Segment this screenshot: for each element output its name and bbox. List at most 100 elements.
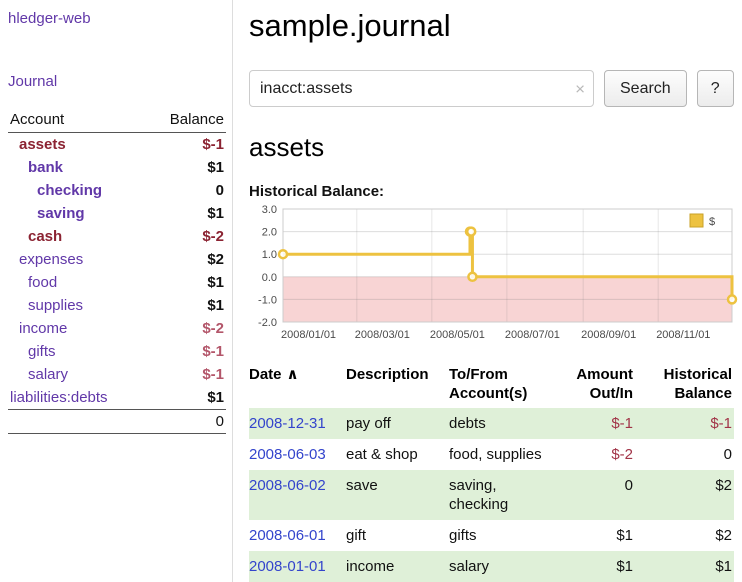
sidebar-item-journal[interactable]: Journal xyxy=(8,73,226,90)
chart-point-marker xyxy=(728,295,736,303)
sort-ascending-icon: ∧ xyxy=(287,366,299,383)
account-link[interactable]: bank xyxy=(28,159,63,176)
balance-chart: 3.02.01.00.0-1.0-2.02008/01/012008/03/01… xyxy=(249,204,734,351)
account-balance: $-1 xyxy=(146,133,226,157)
register-amount: $1 xyxy=(557,551,635,582)
account-balance: $-2 xyxy=(146,317,226,340)
account-row: expenses$2 xyxy=(8,248,226,271)
account-row: food$1 xyxy=(8,271,226,294)
register-description: pay off xyxy=(346,408,449,439)
sidebar: hledger-web Journal Account Balance asse… xyxy=(0,0,233,582)
register-accounts: salary xyxy=(449,551,557,582)
register-date-link[interactable]: 2008-12-31 xyxy=(249,415,326,432)
account-link[interactable]: expenses xyxy=(19,251,83,268)
register-date-cell: 2008-01-01 xyxy=(249,551,346,582)
account-balance: $1 xyxy=(146,294,226,317)
chart-legend-swatch xyxy=(690,214,703,227)
register-row: 2008-06-02 savesaving, checking0$2 xyxy=(249,470,734,520)
register-header-balance: Historical Balance xyxy=(635,363,734,408)
account-link[interactable]: liabilities:debts xyxy=(10,389,108,406)
register-header-accounts: To/From Account(s) xyxy=(449,363,557,408)
svg-text:3.0: 3.0 xyxy=(262,204,277,216)
register-header-date: Date∧ xyxy=(249,363,346,408)
accounts-header-balance: Balance xyxy=(146,111,226,133)
account-balance: $1 xyxy=(146,202,226,225)
search-button[interactable]: Search xyxy=(604,70,687,107)
search-input[interactable] xyxy=(249,70,594,107)
register-description: gift xyxy=(346,520,449,551)
svg-text:2008/03/01: 2008/03/01 xyxy=(355,329,410,341)
account-row: gifts$-1 xyxy=(8,340,226,363)
accounts-total-row: 0 xyxy=(8,410,226,434)
clear-search-icon[interactable]: × xyxy=(575,80,585,97)
register-row: 2008-01-01incomesalary$1$1 xyxy=(249,551,734,582)
register-date-cell: 2008-06-03 xyxy=(249,439,346,470)
register-balance: 0 xyxy=(635,439,734,470)
chart-point-marker xyxy=(467,228,475,236)
register-date-link[interactable]: 2008-06-02 xyxy=(249,477,326,494)
account-link[interactable]: cash xyxy=(28,228,62,245)
main-content: sample.journal × Search ? assets Histori… xyxy=(233,0,742,582)
chart-label: Historical Balance: xyxy=(249,183,734,200)
account-link[interactable]: saving xyxy=(37,205,85,222)
svg-text:2008/07/01: 2008/07/01 xyxy=(505,329,560,341)
page-title: sample.journal xyxy=(249,8,734,44)
balance-chart-svg: 3.02.01.00.0-1.0-2.02008/01/012008/03/01… xyxy=(249,204,738,346)
register-date-cell: 2008-06-01 xyxy=(249,520,346,551)
accounts-total-value: 0 xyxy=(146,410,226,434)
register-accounts: debts xyxy=(449,408,557,439)
register-balance: $1 xyxy=(635,551,734,582)
account-row: supplies $1 xyxy=(8,294,226,317)
svg-text:2.0: 2.0 xyxy=(262,227,277,239)
account-link[interactable]: checking xyxy=(37,182,102,199)
account-row: salary $-1 xyxy=(8,363,226,386)
register-date-link[interactable]: 2008-06-03 xyxy=(249,446,326,463)
account-balance: $-2 xyxy=(146,225,226,248)
account-balance: $1 xyxy=(146,386,226,410)
register-body: 2008-12-31pay offdebts$-1$-12008-06-03ea… xyxy=(249,408,734,582)
register-description: eat & shop xyxy=(346,439,449,470)
chart-legend-label: $ xyxy=(709,216,715,228)
account-page-title: assets xyxy=(249,132,734,163)
sidebar-accounts-body: assets$-1bank$1checking0saving$1cash$-2e… xyxy=(8,133,226,410)
account-link[interactable]: salary xyxy=(28,366,68,383)
account-balance: $-1 xyxy=(146,363,226,386)
help-button[interactable]: ? xyxy=(697,70,734,107)
svg-text:0.0: 0.0 xyxy=(262,272,277,284)
register-accounts: saving, checking xyxy=(449,470,557,520)
search-input-wrap: × xyxy=(249,70,594,107)
svg-text:2008/09/01: 2008/09/01 xyxy=(581,329,636,341)
register-accounts: food, supplies xyxy=(449,439,557,470)
account-link[interactable]: income xyxy=(19,320,67,337)
register-row: 2008-06-01giftgifts$1$2 xyxy=(249,520,734,551)
register-amount: $-2 xyxy=(557,439,635,470)
svg-text:2008/11/01: 2008/11/01 xyxy=(656,329,710,341)
search-bar: × Search ? xyxy=(249,70,734,107)
account-link[interactable]: assets xyxy=(19,136,66,153)
register-balance: $-1 xyxy=(635,408,734,439)
account-link[interactable]: gifts xyxy=(28,343,56,360)
account-row: income $-2 xyxy=(8,317,226,340)
register-balance: $2 xyxy=(635,470,734,520)
svg-text:1.0: 1.0 xyxy=(262,249,277,261)
account-row: saving $1 xyxy=(8,202,226,225)
register-row: 2008-12-31pay offdebts$-1$-1 xyxy=(249,408,734,439)
register-description: save xyxy=(346,470,449,520)
accounts-header-account: Account xyxy=(8,111,146,133)
register-amount: 0 xyxy=(557,470,635,520)
account-row: checking0 xyxy=(8,179,226,202)
register-header-amount: Amount Out/In xyxy=(557,363,635,408)
chart-point-marker xyxy=(279,250,287,258)
register-date-link[interactable]: 2008-06-01 xyxy=(249,527,326,544)
account-link[interactable]: supplies xyxy=(28,297,83,314)
register-date-link[interactable]: 2008-01-01 xyxy=(249,558,326,575)
register-table: Date∧ Description To/From Account(s) Amo… xyxy=(249,363,734,582)
account-link[interactable]: food xyxy=(28,274,57,291)
svg-text:-1.0: -1.0 xyxy=(258,294,277,306)
account-balance: $1 xyxy=(146,156,226,179)
svg-text:-2.0: -2.0 xyxy=(258,317,277,329)
register-amount: $-1 xyxy=(557,408,635,439)
app-title-link[interactable]: hledger-web xyxy=(8,10,226,27)
account-row: bank $1 xyxy=(8,156,226,179)
accounts-table: Account Balance assets$-1bank$1checking0… xyxy=(8,111,226,434)
